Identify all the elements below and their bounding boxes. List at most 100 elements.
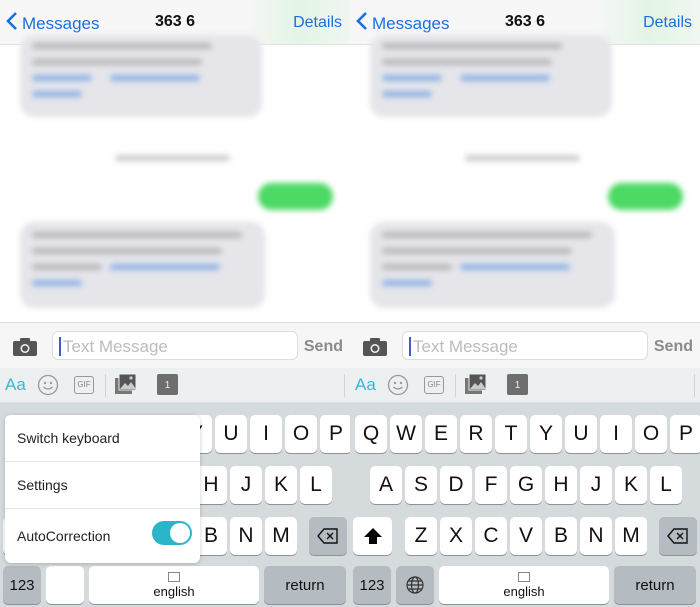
send-button[interactable]: Send	[304, 338, 343, 356]
numbers-key[interactable]: 123	[353, 566, 391, 604]
message-placeholder: Text Message	[413, 337, 518, 356]
key-k[interactable]: K	[265, 466, 297, 504]
key-v[interactable]: V	[510, 517, 542, 555]
key-k[interactable]: K	[615, 466, 647, 504]
font-button[interactable]: Aa	[355, 375, 376, 395]
key-s[interactable]: S	[405, 466, 437, 504]
blurred-text	[382, 59, 552, 65]
return-key[interactable]: return	[264, 566, 346, 604]
key-d[interactable]: D	[440, 466, 472, 504]
toolbar-divider	[694, 374, 695, 397]
sent-bubble[interactable]	[258, 183, 333, 210]
key-m[interactable]: M	[265, 517, 297, 555]
key-e[interactable]: E	[425, 415, 457, 453]
key-q[interactable]: Q	[355, 415, 387, 453]
gif-label: GIF	[427, 380, 441, 389]
emoji-icon[interactable]	[37, 374, 59, 401]
blurred-text	[382, 248, 572, 254]
menu-item-settings[interactable]: Settings	[5, 462, 200, 509]
key-c[interactable]: C	[475, 517, 507, 555]
blurred-text	[460, 264, 570, 270]
key-r[interactable]: R	[460, 415, 492, 453]
key-o[interactable]: O	[635, 415, 667, 453]
send-button[interactable]: Send	[654, 338, 693, 356]
received-bubble	[370, 222, 615, 308]
input-bar: Text Message Send	[0, 322, 350, 368]
blurred-text	[32, 232, 242, 238]
blurred-text	[32, 91, 82, 97]
calendar-day: 1	[514, 380, 521, 391]
key-i[interactable]: I	[250, 415, 282, 453]
key-o[interactable]: O	[285, 415, 317, 453]
key-n[interactable]: N	[580, 517, 612, 555]
message-input[interactable]: Text Message	[52, 331, 298, 360]
blurred-text	[382, 280, 432, 286]
camera-icon[interactable]	[13, 338, 37, 361]
keyboard-toolbar: Aa GIF 1	[0, 368, 350, 403]
key-z[interactable]: Z	[405, 517, 437, 555]
autocorrection-toggle[interactable]	[152, 521, 192, 545]
blank-key[interactable]	[46, 566, 84, 604]
calendar-icon[interactable]: 1	[157, 374, 178, 395]
key-j[interactable]: J	[580, 466, 612, 504]
backspace-key[interactable]	[309, 517, 347, 555]
blurred-text	[382, 232, 592, 238]
received-bubble	[370, 35, 612, 117]
blurred-text	[382, 75, 442, 81]
camera-icon[interactable]	[363, 338, 387, 361]
key-h[interactable]: H	[545, 466, 577, 504]
blurred-text	[110, 264, 220, 270]
key-w[interactable]: W	[390, 415, 422, 453]
key-u[interactable]: U	[565, 415, 597, 453]
numbers-key[interactable]: 123	[3, 566, 41, 604]
return-key[interactable]: return	[614, 566, 696, 604]
menu-item-autocorrection[interactable]: AutoCorrection	[5, 509, 200, 563]
gif-button[interactable]: GIF	[74, 376, 94, 394]
gif-button[interactable]: GIF	[424, 376, 444, 394]
photos-icon[interactable]	[115, 373, 137, 400]
backspace-key[interactable]	[659, 517, 697, 555]
shift-icon	[363, 528, 382, 544]
menu-item-label: Settings	[17, 477, 68, 493]
blurred-text	[32, 43, 212, 49]
emoji-icon[interactable]	[387, 374, 409, 401]
space-key[interactable]: english	[89, 566, 259, 604]
message-list	[350, 35, 700, 322]
key-g[interactable]: G	[510, 466, 542, 504]
globe-key[interactable]	[396, 566, 434, 604]
key-j[interactable]: J	[230, 466, 262, 504]
key-p[interactable]: P	[320, 415, 350, 453]
space-label: english	[503, 583, 545, 599]
key-p[interactable]: P	[670, 415, 700, 453]
keyboard-logo-icon	[168, 571, 180, 582]
font-button[interactable]: Aa	[5, 375, 26, 395]
key-t[interactable]: T	[495, 415, 527, 453]
toolbar-divider	[105, 374, 106, 397]
blurred-text	[382, 43, 562, 49]
key-b[interactable]: B	[545, 517, 577, 555]
key-m[interactable]: M	[615, 517, 647, 555]
space-label: english	[153, 583, 195, 599]
key-a[interactable]: A	[370, 466, 402, 504]
details-button[interactable]: Details	[293, 14, 342, 32]
calendar-icon[interactable]: 1	[507, 374, 528, 395]
sent-bubble[interactable]	[608, 183, 683, 210]
key-l[interactable]: L	[650, 466, 682, 504]
details-button[interactable]: Details	[643, 14, 692, 32]
key-n[interactable]: N	[230, 517, 262, 555]
menu-item-switch-keyboard[interactable]: Switch keyboard	[5, 415, 200, 462]
key-y[interactable]: Y	[530, 415, 562, 453]
blurred-text	[32, 248, 222, 254]
key-l[interactable]: L	[300, 466, 332, 504]
received-bubble	[20, 35, 262, 117]
key-i[interactable]: I	[600, 415, 632, 453]
photos-icon[interactable]	[465, 373, 487, 400]
message-input[interactable]: Text Message	[402, 331, 648, 360]
key-f[interactable]: F	[475, 466, 507, 504]
keyboard-toolbar: Aa GIF 1	[350, 368, 700, 403]
key-u[interactable]: U	[215, 415, 247, 453]
key-x[interactable]: X	[440, 517, 472, 555]
keyboard: QWERTYUIOP ASDFGHJKL ZXCVBNM 123 english retu…	[350, 403, 700, 607]
space-key[interactable]: english	[439, 566, 609, 604]
shift-key[interactable]	[353, 517, 392, 555]
